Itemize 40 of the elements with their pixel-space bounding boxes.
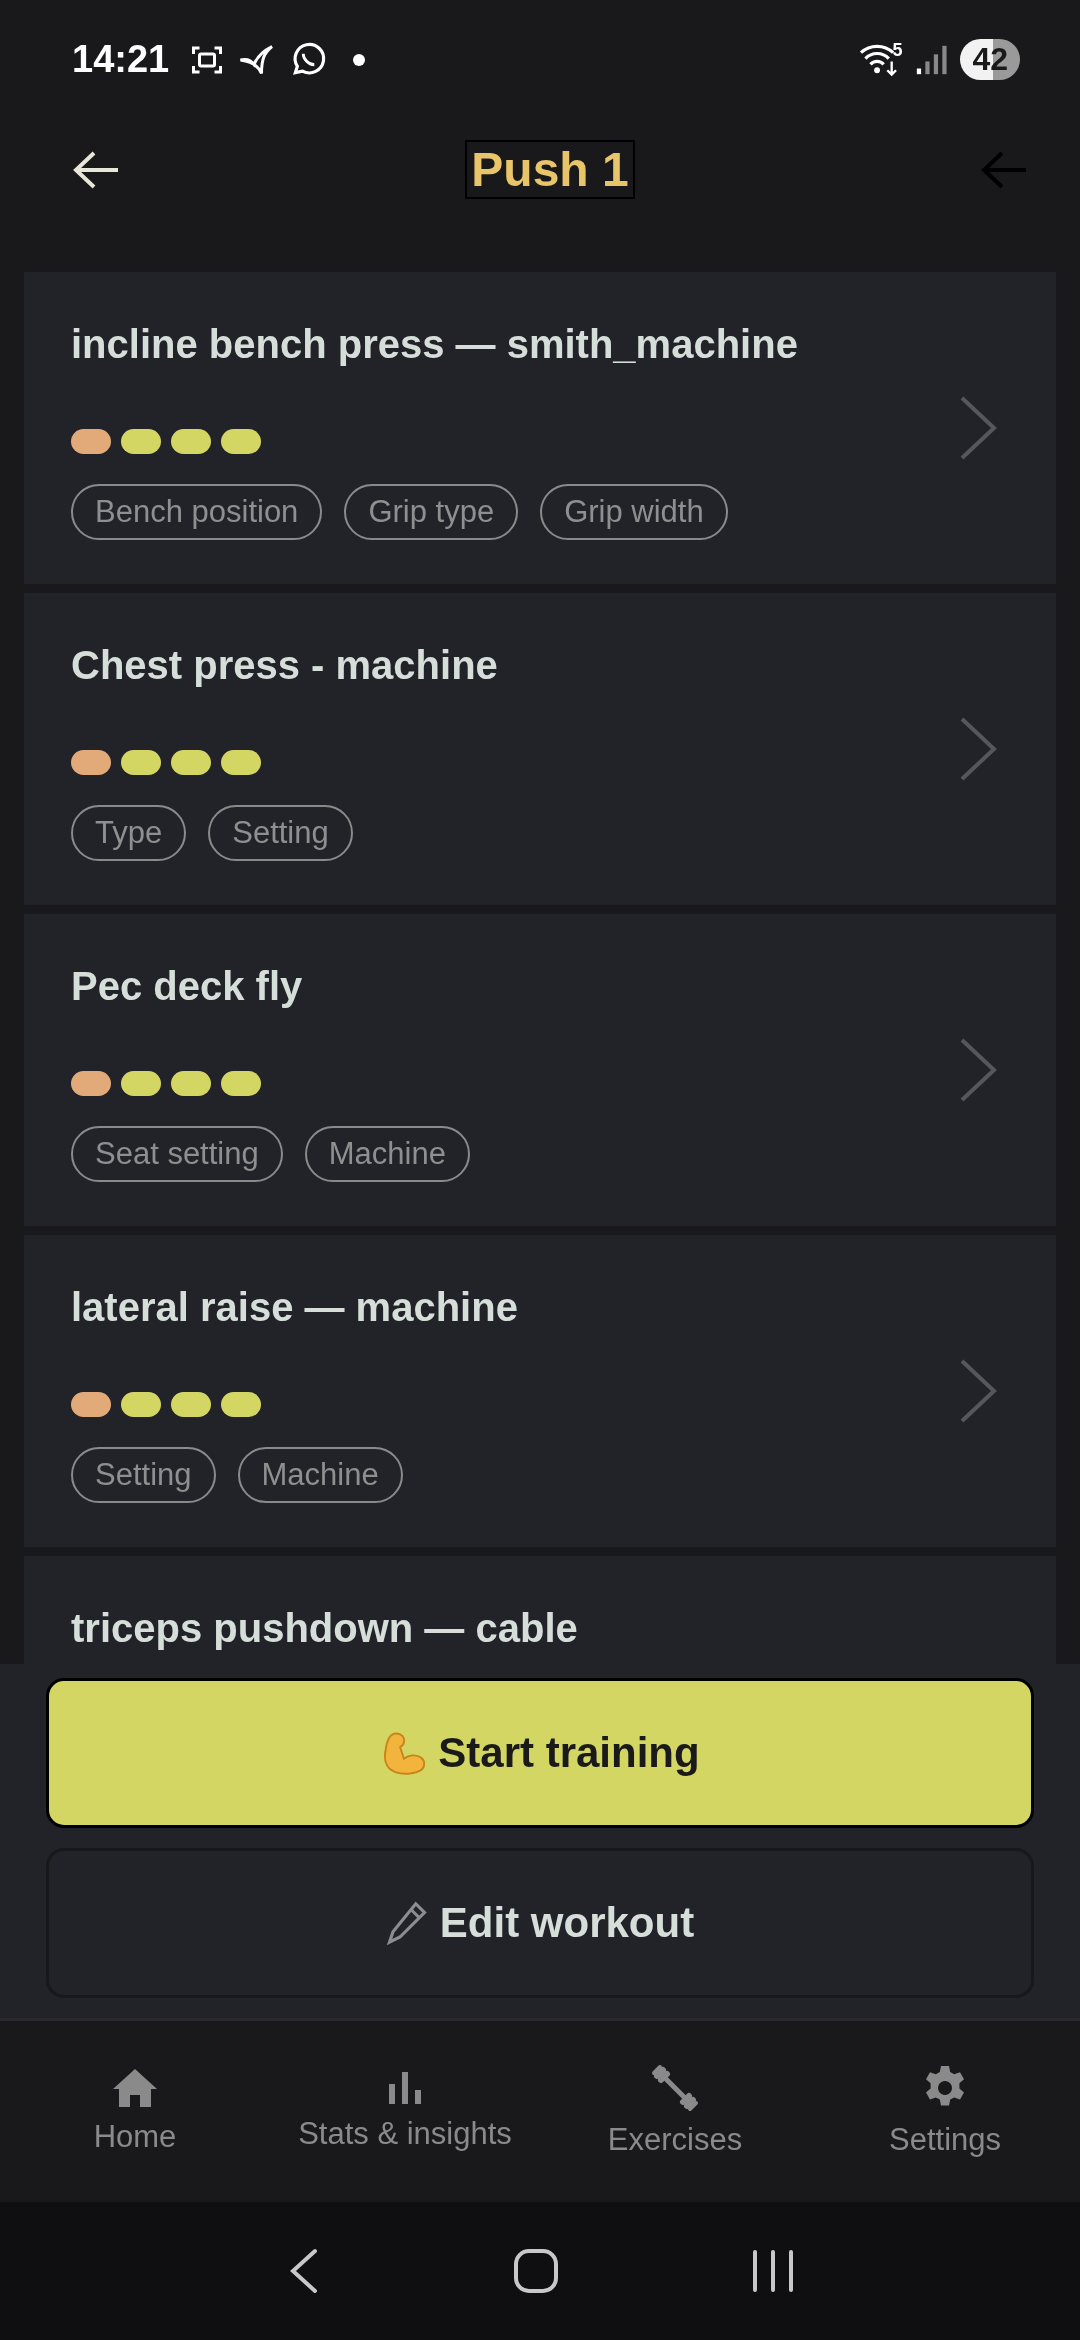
battery-indicator: 42 xyxy=(960,39,1020,81)
bar-chart-icon xyxy=(387,2070,423,2107)
wifi-band-label: 5 xyxy=(892,40,903,61)
home-icon xyxy=(111,2067,159,2110)
exercise-card[interactable]: Pec deck fly Seat setting Machine xyxy=(24,913,1056,1226)
pencil-icon xyxy=(385,1899,428,1946)
tag-chip: Type xyxy=(71,804,187,861)
dumbbell-icon xyxy=(651,2064,699,2113)
tag-chip: Machine xyxy=(237,1446,403,1503)
exercise-name: lateral raise — machine xyxy=(71,1284,519,1330)
workout-title: Push 1 xyxy=(465,140,635,200)
exercise-card[interactable]: incline bench press — smith_machine Bench position Grip type Grip width xyxy=(24,271,1056,584)
nav-tab[interactable]: Home xyxy=(0,2067,270,2156)
nav-tab[interactable]: Stats & insights xyxy=(270,2070,540,2153)
start-training-button[interactable]: Start training xyxy=(46,1677,1034,1828)
tag-chip: Setting xyxy=(208,804,353,861)
nav-tab[interactable]: Settings xyxy=(810,2064,1080,2159)
chevron-right-icon xyxy=(958,716,998,781)
tag-chip: Grip type xyxy=(344,483,519,540)
exercise-card[interactable]: lateral raise — machine Setting Machine xyxy=(24,1234,1056,1547)
chevron-right-icon xyxy=(958,1037,998,1102)
tag-chip: Grip width xyxy=(540,483,728,540)
chevron-right-icon xyxy=(958,1358,998,1423)
exercise-card[interactable]: triceps pushdown — cable xyxy=(24,1555,1056,1664)
tag-chip: Seat setting xyxy=(71,1125,283,1182)
chevron-right-icon xyxy=(958,395,998,460)
tag-chip: Machine xyxy=(304,1125,470,1182)
system-recents-icon[interactable] xyxy=(750,2249,795,2294)
exercise-name: Chest press - machine xyxy=(71,642,499,688)
notification-dot xyxy=(353,53,366,66)
exercise-name: incline bench press — smith_machine xyxy=(71,321,799,367)
nav-tab[interactable]: Exercises xyxy=(540,2064,810,2159)
edit-workout-button[interactable]: Edit workout xyxy=(46,1847,1034,1998)
exercise-name: triceps pushdown — cable xyxy=(71,1605,579,1651)
system-home-icon[interactable] xyxy=(512,2247,560,2296)
tag-chip: Bench position xyxy=(71,483,323,540)
exercise-card[interactable]: Chest press - machine Type Setting xyxy=(24,592,1056,905)
exercise-name: Pec deck fly xyxy=(71,963,304,1009)
tag-chip: Setting xyxy=(71,1446,216,1503)
status-time: 14:21 xyxy=(72,38,170,82)
